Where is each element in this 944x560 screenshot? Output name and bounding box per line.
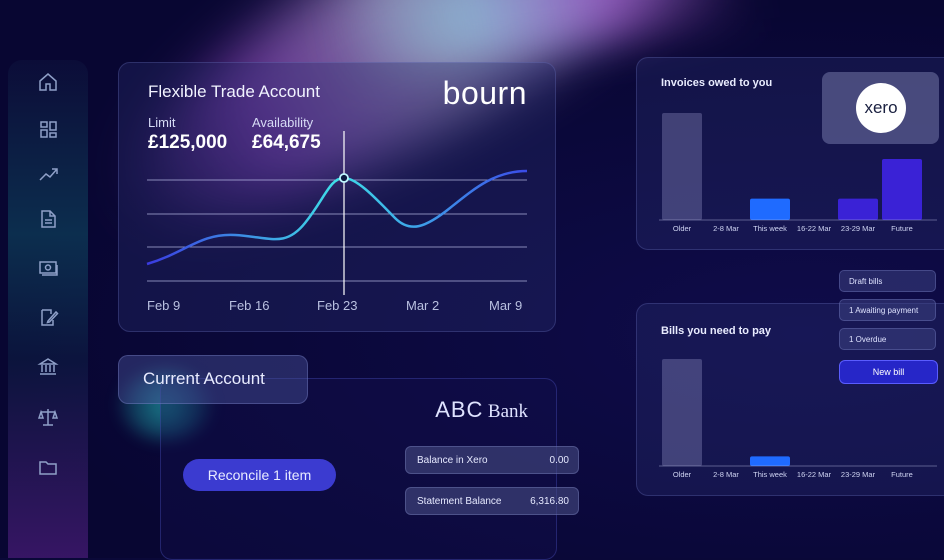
bank-name-abc: ABC — [435, 397, 484, 422]
invoices-title: Invoices owed to you — [661, 77, 773, 89]
invoices-bar-chart: Older 2-8 Mar This week 16-22 Mar 23-29 Mar F… — [659, 113, 937, 233]
highlight-point[interactable] — [339, 173, 349, 183]
balance-in-xero-label: Balance in Xero — [417, 455, 488, 466]
bar-label: This week — [753, 470, 787, 479]
sidebar — [8, 60, 88, 558]
bar-label: 2-8 Mar — [713, 470, 739, 479]
bar-label: 16-22 Mar — [797, 224, 832, 233]
new-bill-button[interactable]: New bill — [839, 360, 938, 384]
x-label: Mar 9 — [489, 298, 523, 313]
bar-older[interactable] — [662, 113, 702, 220]
statement-balance-label: Statement Balance — [417, 496, 502, 507]
trade-account-card: Flexible Trade Account bourn Limit £125,… — [118, 62, 556, 332]
dashboard-icon[interactable] — [37, 118, 59, 140]
trade-account-title: Flexible Trade Account — [148, 82, 320, 101]
x-label: Mar 2 — [406, 298, 440, 313]
folder-icon[interactable] — [37, 456, 59, 478]
statement-balance-row: Statement Balance 6,316.80 — [405, 487, 579, 515]
overdue-pill[interactable]: 1 Overdue — [839, 328, 936, 350]
bar-label: 23-29 Mar — [841, 224, 876, 233]
bar-label: 2-8 Mar — [713, 224, 739, 233]
balance-in-xero-value: 0.00 — [549, 455, 569, 466]
trade-line-chart — [146, 131, 528, 295]
bourn-logo: bourn — [442, 75, 527, 111]
bank-icon[interactable] — [37, 356, 59, 378]
reconcile-button[interactable]: Reconcile 1 item — [183, 459, 336, 491]
bar-label: Future — [891, 224, 913, 233]
bar-older[interactable] — [662, 359, 702, 466]
current-account-title: Current Account — [143, 369, 265, 388]
bar-label: This week — [753, 224, 787, 233]
document-icon[interactable] — [37, 208, 59, 230]
payments-icon[interactable] — [37, 257, 59, 279]
invoices-card: Invoices owed to you xero Older 2-8 Mar Th… — [636, 57, 944, 250]
bar-label: Older — [673, 470, 692, 479]
current-account-tab[interactable]: Current Account — [118, 355, 308, 404]
bills-title: Bills you need to pay — [661, 325, 772, 337]
home-icon[interactable] — [37, 71, 59, 93]
bar-label: Future — [891, 470, 913, 479]
bank-name-bank: Bank — [487, 401, 528, 422]
trend-icon[interactable] — [37, 163, 59, 185]
x-label: Feb 9 — [147, 298, 181, 313]
balance-in-xero-row: Balance in Xero 0.00 — [405, 446, 579, 474]
bar-future[interactable] — [882, 159, 922, 220]
draft-bills-pill[interactable]: Draft bills — [839, 270, 936, 292]
bar-label: 23-29 Mar — [841, 470, 876, 479]
availability-line — [146, 169, 528, 266]
bar-23-29-mar[interactable] — [838, 198, 878, 220]
scales-icon[interactable] — [37, 406, 59, 428]
x-label: Feb 23 — [317, 298, 358, 313]
bar-this-week[interactable] — [750, 456, 790, 466]
statement-balance-value: 6,316.80 — [530, 496, 569, 507]
edit-document-icon[interactable] — [37, 306, 59, 328]
bar-label: Older — [673, 224, 692, 233]
abc-bank-logo: ABC Bank — [435, 397, 528, 423]
bar-label: 16-22 Mar — [797, 470, 832, 479]
awaiting-payment-pill[interactable]: 1 Awaiting payment — [839, 299, 936, 321]
bar-this-week[interactable] — [750, 198, 790, 220]
x-label: Feb 16 — [229, 298, 270, 313]
